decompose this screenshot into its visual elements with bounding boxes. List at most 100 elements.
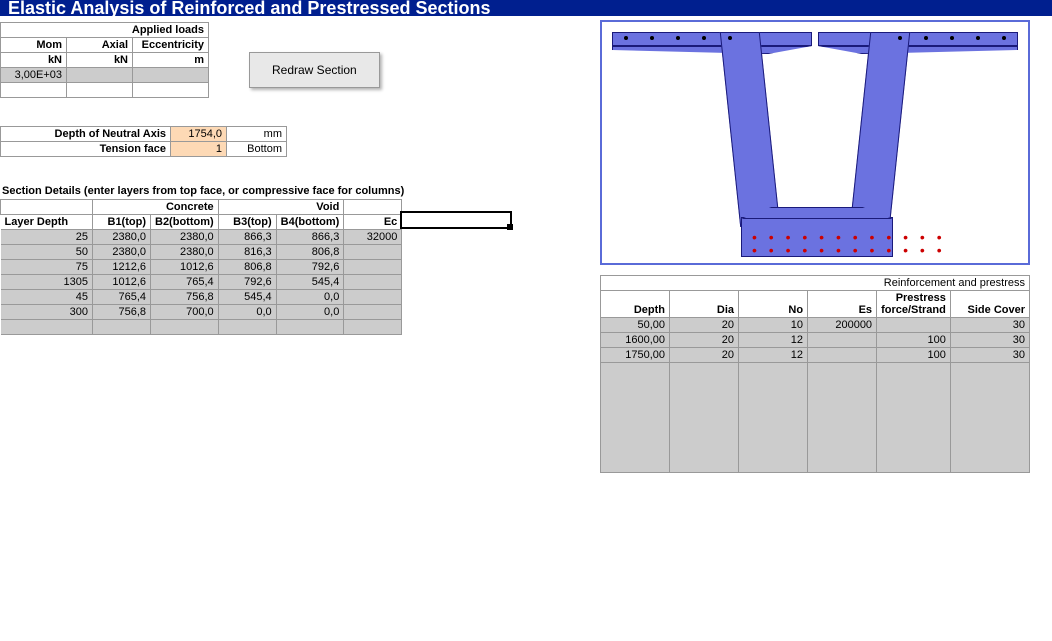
applied-loads-title: Applied loads [1, 23, 209, 38]
section-cell[interactable]: 1212,6 [93, 260, 151, 275]
reinf-cell[interactable]: 1600,00 [601, 333, 670, 348]
reinforcement-title: Reinforcement and prestress [601, 276, 1030, 291]
section-cell[interactable] [276, 320, 344, 335]
reinf-col-5: Side Cover [950, 291, 1029, 318]
reinf-cell[interactable] [670, 363, 739, 473]
section-cell[interactable]: 545,4 [276, 275, 344, 290]
section-cell[interactable] [1, 320, 93, 335]
reinf-cell[interactable]: 30 [950, 348, 1029, 363]
reinf-cell[interactable]: 30 [950, 333, 1029, 348]
section-cell[interactable]: 75 [1, 260, 93, 275]
section-cell[interactable]: 1012,6 [151, 260, 219, 275]
section-cell[interactable]: 300 [1, 305, 93, 320]
reinf-cell[interactable] [950, 363, 1029, 473]
section-drawing: • • • • • • • • • • • • • • • • • • • • … [600, 20, 1030, 265]
section-cell[interactable]: 2380,0 [151, 230, 219, 245]
section-cell[interactable] [93, 320, 151, 335]
section-cell[interactable]: 50 [1, 245, 93, 260]
section-cell[interactable] [344, 245, 402, 260]
section-cell[interactable]: 1305 [1, 275, 93, 290]
reinf-cell[interactable]: 50,00 [601, 318, 670, 333]
section-cell[interactable]: 545,4 [218, 290, 276, 305]
section-cell[interactable]: 0,0 [276, 290, 344, 305]
reinf-cell[interactable] [808, 333, 877, 348]
unit-axial: kN [67, 53, 133, 68]
section-details-title: Section Details (enter layers from top f… [2, 185, 600, 197]
reinf-cell[interactable]: 30 [950, 318, 1029, 333]
section-cell[interactable]: 806,8 [218, 260, 276, 275]
section-cell[interactable] [151, 320, 219, 335]
tension-face-value: 1 [171, 142, 227, 157]
section-col-2: B2(bottom) [151, 215, 219, 230]
neutral-axis-unit: mm [227, 127, 287, 142]
reinf-col-0: Depth [601, 291, 670, 318]
reinf-cell[interactable]: 20 [670, 348, 739, 363]
section-cell[interactable]: 32000 [344, 230, 402, 245]
section-cell[interactable] [344, 275, 402, 290]
section-col-3: B3(top) [218, 215, 276, 230]
section-cell[interactable]: 0,0 [276, 305, 344, 320]
neutral-axis-label: Depth of Neutral Axis [1, 127, 171, 142]
section-cell[interactable] [344, 260, 402, 275]
reinf-cell[interactable]: 100 [877, 333, 951, 348]
section-col-1: B1(top) [93, 215, 151, 230]
reinf-cell[interactable] [601, 363, 670, 473]
empty-cell[interactable] [67, 83, 133, 98]
reinf-cell[interactable]: 200000 [808, 318, 877, 333]
section-cell[interactable]: 765,4 [151, 275, 219, 290]
section-cell[interactable]: 2380,0 [93, 245, 151, 260]
neutral-axis-block: Depth of Neutral Axis 1754,0 mm Tension … [0, 126, 287, 157]
reinf-cell[interactable] [877, 363, 951, 473]
section-cell[interactable]: 0,0 [218, 305, 276, 320]
section-cell[interactable]: 806,8 [276, 245, 344, 260]
reinf-col-4: Prestress force/Strand [877, 291, 951, 318]
reinf-cell[interactable]: 10 [739, 318, 808, 333]
empty-cell[interactable] [133, 83, 209, 98]
ecc-input[interactable] [133, 68, 209, 83]
selected-cell[interactable] [400, 211, 512, 229]
section-cell[interactable]: 1012,6 [93, 275, 151, 290]
section-cell[interactable] [344, 305, 402, 320]
reinf-cell[interactable]: 12 [739, 333, 808, 348]
section-cell[interactable]: 2380,0 [151, 245, 219, 260]
reinf-cell[interactable] [739, 363, 808, 473]
reinf-col-3: Es [808, 291, 877, 318]
section-cell[interactable] [344, 320, 402, 335]
empty-cell[interactable] [1, 83, 67, 98]
reinf-cell[interactable] [808, 363, 877, 473]
section-cell[interactable]: 700,0 [151, 305, 219, 320]
section-cell[interactable]: 816,3 [218, 245, 276, 260]
section-cell[interactable]: 2380,0 [93, 230, 151, 245]
reinf-cell[interactable]: 20 [670, 333, 739, 348]
reinforcement-table: Reinforcement and prestress DepthDiaNoEs… [600, 275, 1030, 473]
unit-ecc: m [133, 53, 209, 68]
section-cell[interactable]: 756,8 [93, 305, 151, 320]
section-col-0: Layer Depth [1, 215, 93, 230]
group-void: Void [218, 200, 344, 215]
reinf-cell[interactable]: 1750,00 [601, 348, 670, 363]
axial-input[interactable] [67, 68, 133, 83]
section-col-4: B4(bottom) [276, 215, 344, 230]
section-details-table: Concrete Void Layer DepthB1(top)B2(botto… [0, 199, 402, 335]
applied-loads-table: Applied loads Mom Axial Eccentricity kN … [0, 22, 209, 98]
section-cell[interactable]: 756,8 [151, 290, 219, 305]
reinf-cell[interactable]: 100 [877, 348, 951, 363]
unit-mom: kN [1, 53, 67, 68]
section-cell[interactable] [218, 320, 276, 335]
reinf-cell[interactable]: 20 [670, 318, 739, 333]
section-cell[interactable]: 45 [1, 290, 93, 305]
section-cell[interactable]: 866,3 [276, 230, 344, 245]
neutral-axis-value: 1754,0 [171, 127, 227, 142]
section-cell[interactable]: 765,4 [93, 290, 151, 305]
reinf-cell[interactable]: 12 [739, 348, 808, 363]
section-cell[interactable]: 866,3 [218, 230, 276, 245]
page-title: Elastic Analysis of Reinforced and Prest… [0, 0, 1052, 16]
redraw-section-button[interactable]: Redraw Section [249, 52, 380, 88]
section-cell[interactable]: 792,6 [218, 275, 276, 290]
section-cell[interactable]: 792,6 [276, 260, 344, 275]
section-cell[interactable]: 25 [1, 230, 93, 245]
reinf-cell[interactable] [877, 318, 951, 333]
section-cell[interactable] [344, 290, 402, 305]
reinf-cell[interactable] [808, 348, 877, 363]
mom-input[interactable]: 3,00E+03 [1, 68, 67, 83]
